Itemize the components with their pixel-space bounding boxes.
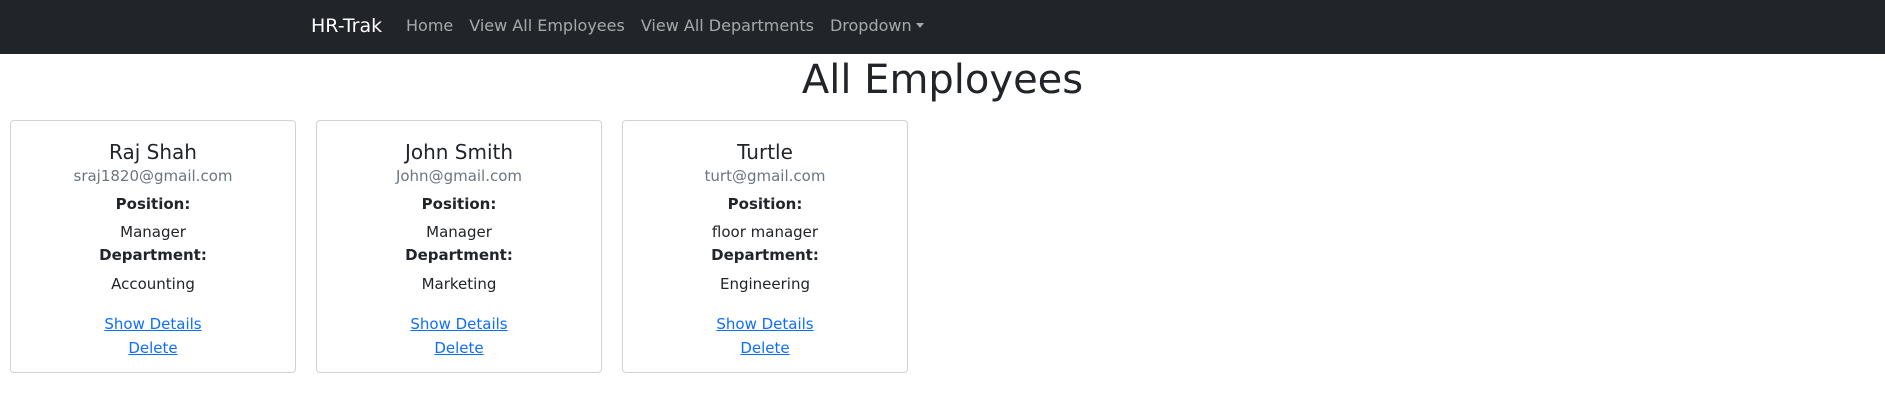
position-label: Position: [421, 195, 497, 213]
nav-dropdown-label: Dropdown [829, 16, 912, 35]
employee-email: John@gmail.com [395, 167, 523, 185]
department-value: Engineering [720, 275, 810, 293]
department-label: Department: [99, 246, 207, 264]
employee-card: John Smith John@gmail.com Position: Mana… [316, 120, 602, 373]
department-value: Marketing [421, 275, 497, 293]
delete-link[interactable]: Delete [623, 338, 907, 358]
position-value: Manager [120, 223, 186, 241]
employee-cards: Raj Shah sraj1820@gmail.com Position: Ma… [10, 120, 908, 373]
position-value: floor manager [711, 223, 819, 241]
caret-down-icon [915, 23, 924, 28]
show-details-link[interactable]: Show Details [317, 314, 601, 334]
employee-email: sraj1820@gmail.com [73, 167, 233, 185]
employee-email: turt@gmail.com [704, 167, 826, 185]
nav-dropdown-toggle[interactable]: Dropdown [830, 15, 924, 37]
show-details-link[interactable]: Show Details [623, 314, 907, 334]
department-label: Department: [405, 246, 513, 264]
employee-card: Raj Shah sraj1820@gmail.com Position: Ma… [10, 120, 296, 373]
employee-name: John Smith [404, 140, 514, 164]
employee-name: Turtle [737, 140, 793, 164]
delete-link[interactable]: Delete [11, 338, 295, 358]
nav-link-view-all-employees[interactable]: View All Employees [469, 15, 625, 37]
department-value: Accounting [111, 275, 195, 293]
navbar: HR-Trak Home View All Employees View All… [0, 0, 1885, 54]
nav-links: Home View All Employees View All Departm… [406, 15, 940, 37]
brand-link[interactable]: HR-Trak [311, 13, 382, 39]
position-label: Position: [115, 195, 191, 213]
nav-link-home[interactable]: Home [406, 15, 453, 37]
show-details-link[interactable]: Show Details [11, 314, 295, 334]
position-label: Position: [727, 195, 803, 213]
nav-link-view-all-departments[interactable]: View All Departments [641, 15, 814, 37]
page-title: All Employees [801, 57, 1084, 103]
employee-card: Turtle turt@gmail.com Position: floor ma… [622, 120, 908, 373]
department-label: Department: [711, 246, 819, 264]
employee-name: Raj Shah [109, 140, 197, 164]
position-value: Manager [426, 223, 492, 241]
delete-link[interactable]: Delete [317, 338, 601, 358]
